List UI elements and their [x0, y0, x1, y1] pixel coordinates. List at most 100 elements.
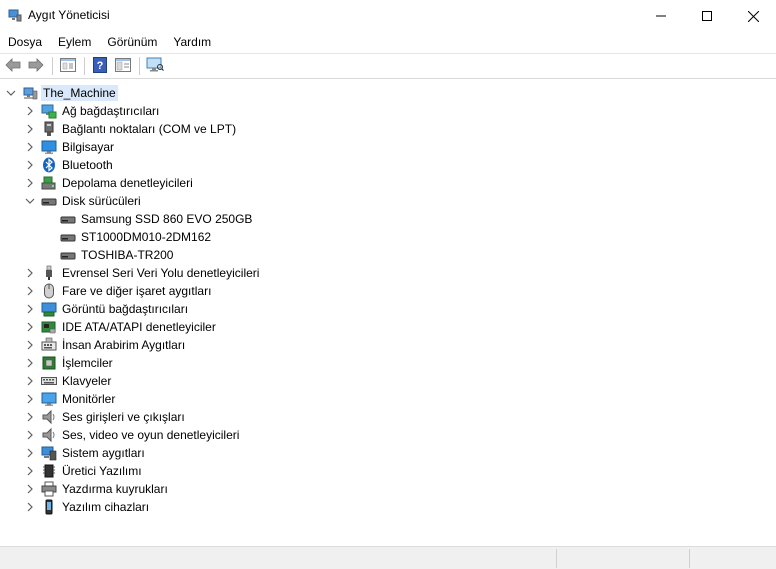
tree-item-label: Evrensel Seri Veri Yolu denetleyicileri [62, 266, 260, 280]
chevron-right-icon[interactable] [25, 322, 35, 332]
tree-item-label: Bağlantı noktaları (COM ve LPT) [62, 122, 237, 136]
disk-icon [60, 211, 76, 227]
menu-dosya[interactable]: Dosya [0, 32, 50, 52]
tree-item-storage-controllers[interactable]: Depolama denetleyicileri [0, 174, 776, 192]
chevron-right-icon[interactable] [25, 376, 35, 386]
menu-yardim[interactable]: Yardım [165, 32, 219, 52]
tree-child-disk[interactable]: Samsung SSD 860 EVO 250GB [0, 210, 776, 228]
menu-eylem[interactable]: Eylem [50, 32, 99, 52]
chevron-right-icon[interactable] [25, 340, 35, 350]
minimize-icon [656, 11, 666, 21]
monitor-icon [41, 391, 57, 407]
storage-controller-icon [41, 175, 57, 191]
maximize-button[interactable] [684, 0, 730, 32]
usb-icon [41, 265, 57, 281]
chevron-right-icon[interactable] [25, 106, 35, 116]
computer-root-icon [22, 85, 38, 101]
properties-button[interactable] [57, 55, 79, 77]
tree-item-keyboards[interactable]: Klavyeler [0, 372, 776, 390]
tree-item-label: İnsan Arabirim Aygıtları [62, 338, 186, 352]
tree-root[interactable]: The_Machine [0, 84, 776, 102]
chevron-right-icon[interactable] [25, 448, 35, 458]
tree-child-label: TOSHIBA-TR200 [81, 248, 174, 262]
tree-item-print-queues[interactable]: Yazdırma kuyrukları [0, 480, 776, 498]
display-adapter-icon [41, 301, 57, 317]
tree-item-disk-drives[interactable]: Disk sürücüleri [0, 192, 776, 210]
chevron-right-icon[interactable] [25, 160, 35, 170]
chevron-right-icon[interactable] [25, 304, 35, 314]
back-button[interactable] [2, 55, 24, 77]
forward-button[interactable] [25, 55, 47, 77]
title-bar: Aygıt Yöneticisi [0, 0, 776, 32]
tree-item-system-devices[interactable]: Sistem aygıtları [0, 444, 776, 462]
chevron-right-icon[interactable] [25, 466, 35, 476]
help-icon: ? [93, 56, 107, 76]
chevron-right-icon[interactable] [25, 430, 35, 440]
toolbar-divider-line [0, 78, 776, 79]
tree-item-label: Yazdırma kuyrukları [62, 482, 168, 496]
toolbar-divider [84, 57, 85, 75]
tree-child-disk[interactable]: TOSHIBA-TR200 [0, 246, 776, 264]
tree-item-label: Klavyeler [62, 374, 112, 388]
toolbar-divider [139, 57, 140, 75]
tree-item-network[interactable]: Ağ bağdaştırıcıları [0, 102, 776, 120]
tree-item-monitors[interactable]: Monitörler [0, 390, 776, 408]
computer-icon [41, 139, 57, 155]
tree-item-display-adapters[interactable]: Görüntü bağdaştırıcıları [0, 300, 776, 318]
tree-root-label[interactable]: The_Machine [41, 85, 118, 101]
tree-item-label: Görüntü bağdaştırıcıları [62, 302, 189, 316]
tree-item-label: Üretici Yazılımı [62, 464, 142, 478]
tree-item-label: Disk sürücüleri [62, 194, 141, 208]
tree-item-software-devices[interactable]: Yazılım cihazları [0, 498, 776, 516]
tree-item-computer[interactable]: Bilgisayar [0, 138, 776, 156]
tree-item-sound-video-game[interactable]: Ses, video ve oyun denetleyicileri [0, 426, 776, 444]
chevron-right-icon[interactable] [25, 178, 35, 188]
chevron-right-icon[interactable] [25, 124, 35, 134]
tree-child-disk[interactable]: ST1000DM010-2DM162 [0, 228, 776, 246]
minimize-button[interactable] [638, 0, 684, 32]
chevron-down-icon[interactable] [25, 196, 35, 206]
tree-item-bluetooth[interactable]: Bluetooth [0, 156, 776, 174]
tree-item-ide[interactable]: IDE ATA/ATAPI denetleyiciler [0, 318, 776, 336]
device-tree: The_Machine Ağ bağdaştırıcıları Bağlantı… [0, 84, 776, 544]
view-button[interactable] [112, 55, 134, 77]
port-icon [41, 121, 57, 137]
speaker-icon [41, 427, 57, 443]
device-manager-app-icon [8, 8, 22, 22]
tree-item-label: İşlemciler [62, 356, 113, 370]
tree-item-label: Bluetooth [62, 158, 113, 172]
close-button[interactable] [730, 0, 776, 32]
software-device-icon [41, 499, 57, 515]
menu-gorunum[interactable]: Görünüm [99, 32, 165, 52]
tree-item-hid[interactable]: İnsan Arabirim Aygıtları [0, 336, 776, 354]
chevron-right-icon[interactable] [25, 412, 35, 422]
chevron-right-icon[interactable] [25, 502, 35, 512]
menu-bar: Dosya Eylem Görünüm Yardım [0, 32, 776, 52]
ide-icon [41, 319, 57, 335]
chevron-right-icon[interactable] [25, 484, 35, 494]
help-button[interactable]: ? [89, 55, 111, 77]
printer-icon [41, 481, 57, 497]
scan-hardware-button[interactable] [144, 55, 166, 77]
chevron-down-icon[interactable] [6, 88, 16, 98]
tree-item-label: Ses girişleri ve çıkışları [62, 410, 185, 424]
tree-item-usb[interactable]: Evrensel Seri Veri Yolu denetleyicileri [0, 264, 776, 282]
tree-item-audio-io[interactable]: Ses girişleri ve çıkışları [0, 408, 776, 426]
tree-item-processors[interactable]: İşlemciler [0, 354, 776, 372]
chevron-right-icon[interactable] [25, 142, 35, 152]
tree-item-firmware[interactable]: Üretici Yazılımı [0, 462, 776, 480]
view-icon [115, 57, 131, 75]
chevron-right-icon[interactable] [25, 358, 35, 368]
properties-icon [60, 57, 76, 75]
window-title: Aygıt Yöneticisi [28, 8, 110, 22]
toolbar: ? [0, 54, 776, 78]
tree-item-label: Bilgisayar [62, 140, 115, 154]
tree-item-ports[interactable]: Bağlantı noktaları (COM ve LPT) [0, 120, 776, 138]
chevron-right-icon[interactable] [25, 268, 35, 278]
network-icon [41, 103, 57, 119]
tree-item-mouse[interactable]: Fare ve diğer işaret aygıtları [0, 282, 776, 300]
chevron-right-icon[interactable] [25, 286, 35, 296]
chevron-right-icon[interactable] [25, 394, 35, 404]
monitor-scan-icon [146, 57, 164, 76]
tree-item-label: Sistem aygıtları [62, 446, 145, 460]
